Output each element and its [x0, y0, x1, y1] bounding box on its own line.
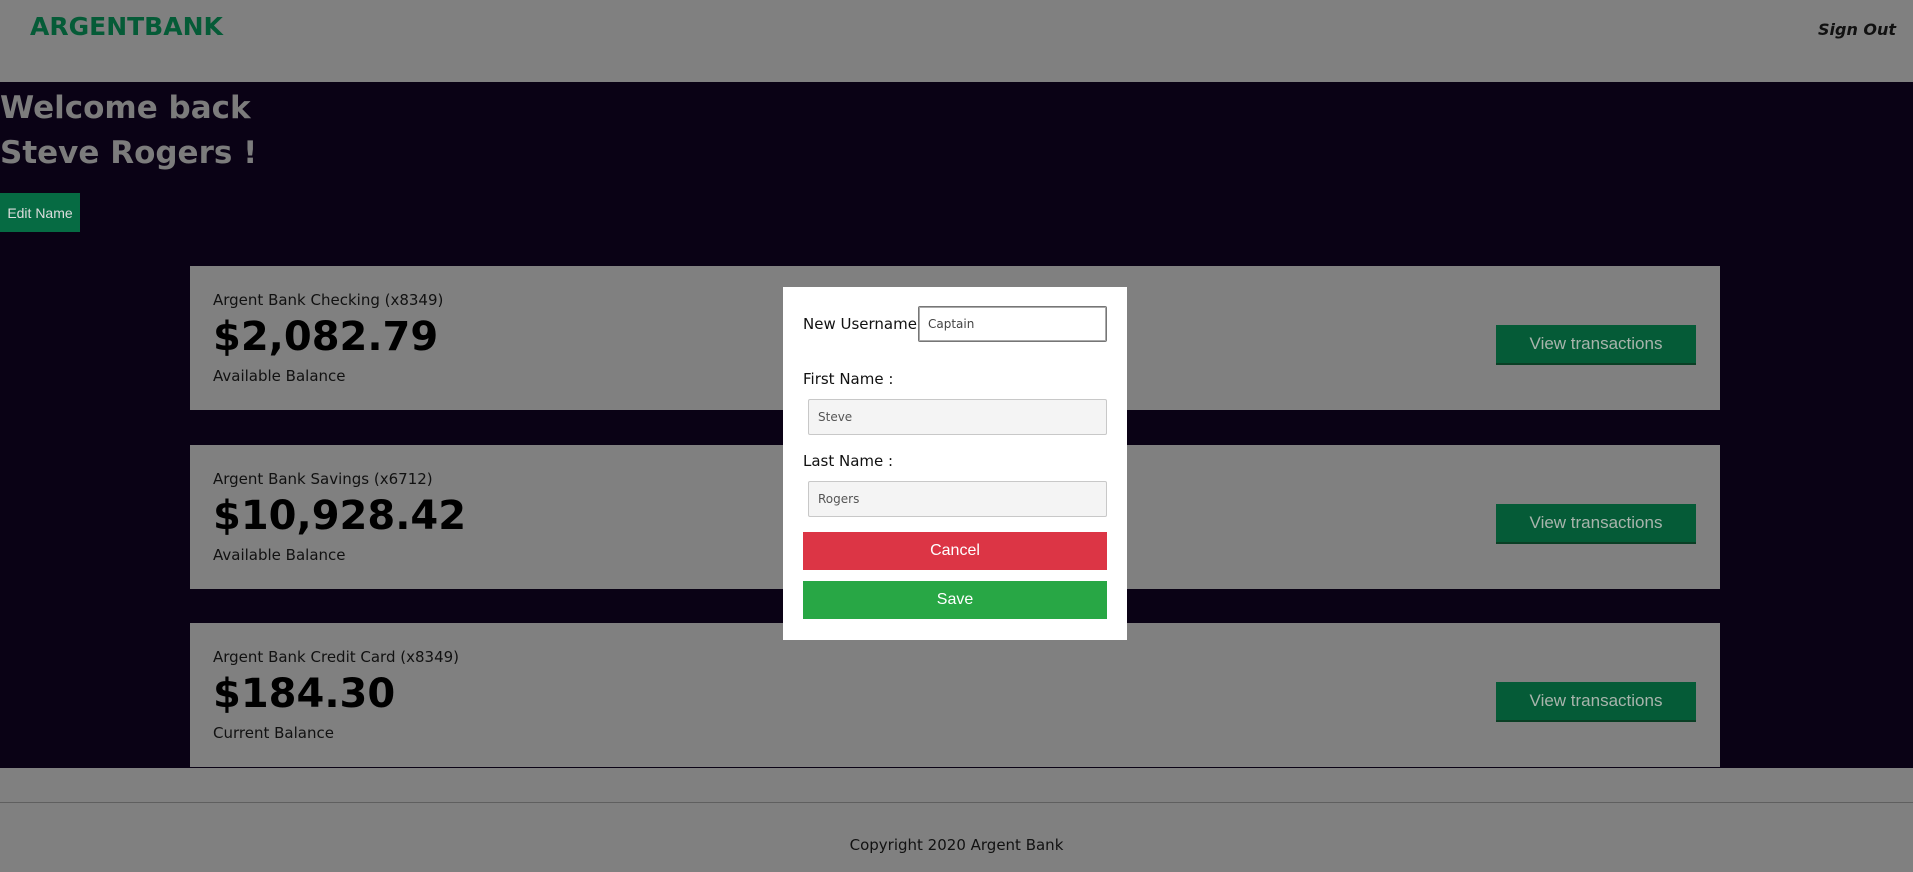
- account-card-credit: Argent Bank Credit Card (x8349) $184.30 …: [190, 623, 1720, 767]
- account-amount: $2,082.79: [213, 314, 439, 360]
- edit-username-modal: New Username: First Name : Last Name : C…: [783, 287, 1127, 640]
- account-title: Argent Bank Checking (x8349): [213, 291, 444, 309]
- cancel-button[interactable]: Cancel: [803, 532, 1107, 570]
- footer-divider: [0, 802, 1913, 803]
- account-amount-description: Current Balance: [213, 724, 334, 742]
- first-name-label: First Name :: [803, 370, 894, 388]
- save-button[interactable]: Save: [803, 581, 1107, 619]
- view-transactions-button[interactable]: View transactions: [1496, 325, 1696, 365]
- footer-copyright: Copyright 2020 Argent Bank: [849, 836, 1064, 854]
- view-transactions-button[interactable]: View transactions: [1496, 682, 1696, 722]
- top-nav: ARGENTBANK Sign Out: [0, 0, 1913, 82]
- edit-name-button[interactable]: Edit Name: [0, 193, 80, 232]
- account-amount-description: Available Balance: [213, 367, 346, 385]
- username-label: New Username:: [803, 315, 923, 333]
- argent-bank-logo[interactable]: ARGENTBANK: [30, 12, 223, 41]
- welcome-user-name: Steve Rogers !: [0, 135, 258, 171]
- account-amount-description: Available Balance: [213, 546, 346, 564]
- username-input[interactable]: [918, 306, 1107, 342]
- last-name-label: Last Name :: [803, 452, 894, 470]
- account-title: Argent Bank Credit Card (x8349): [213, 648, 460, 666]
- last-name-field[interactable]: [808, 481, 1107, 517]
- welcome-line-1: Welcome back: [0, 90, 251, 126]
- first-name-field[interactable]: [808, 399, 1107, 435]
- account-amount: $184.30: [213, 671, 396, 717]
- account-amount: $10,928.42: [213, 493, 467, 539]
- account-title: Argent Bank Savings (x6712): [213, 470, 433, 488]
- welcome-heading: Welcome back Steve Rogers !: [0, 86, 257, 176]
- view-transactions-button[interactable]: View transactions: [1496, 504, 1696, 544]
- sign-out-link[interactable]: Sign Out: [1818, 20, 1896, 39]
